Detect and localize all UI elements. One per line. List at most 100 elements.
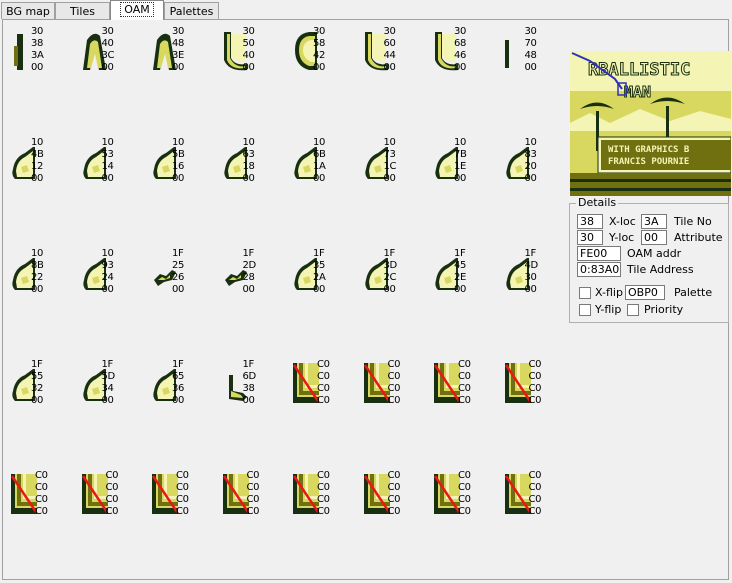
sprite-y-value: 30 — [242, 26, 255, 37]
tab-palettes[interactable]: Palettes — [164, 2, 219, 19]
sprite-entry[interactable]: 10 4B 12 00 — [9, 135, 77, 203]
sprite-y-value: 1F — [242, 359, 255, 370]
sprite-attr-value: 00 — [242, 284, 255, 295]
sprite-info: 10 93 24 00 — [102, 248, 114, 296]
sprite-entry[interactable]: 30 48 3E 00 — [150, 24, 218, 92]
x-flip-checkbox[interactable] — [579, 287, 591, 299]
sprite-entry[interactable]: C0 C0 C0 C0 — [291, 468, 359, 536]
sprite-entry[interactable]: 10 5B 16 00 — [150, 135, 218, 203]
sprite-attr-value: 00 — [524, 62, 537, 73]
sprite-x-value: 38 — [31, 38, 44, 49]
priority-checkbox[interactable] — [627, 304, 639, 316]
sprite-y-value: 1F — [31, 359, 43, 370]
sprite-attr-value: 00 — [524, 173, 537, 184]
sprite-info: 30 38 3A 00 — [31, 26, 44, 74]
sprite-attr-value: 00 — [242, 62, 255, 73]
sprite-x-value: C0 — [458, 371, 471, 382]
sprite-entry[interactable]: C0 C0 C0 C0 — [150, 468, 218, 536]
sprite-tile-value: 26 — [172, 272, 185, 283]
sprite-tile-value: C0 — [246, 494, 260, 505]
sprite-tile-value: 3C — [101, 50, 115, 61]
sprite-entry[interactable]: C0 C0 C0 C0 — [432, 357, 500, 425]
sprite-tile-value: C0 — [528, 494, 542, 505]
sprite-entry[interactable]: 10 53 14 00 — [80, 135, 148, 203]
tab-bg-map[interactable]: BG map — [1, 2, 55, 19]
sprite-entry[interactable]: C0 C0 C0 C0 — [291, 357, 359, 425]
tab-bg-map-label: BG map — [6, 5, 50, 18]
sprite-entry[interactable]: 1F 45 2E 00 — [432, 246, 500, 314]
sprite-y-value: C0 — [317, 359, 330, 370]
sprite-entry[interactable]: 1F 3D 2C 00 — [362, 246, 430, 314]
tab-tiles[interactable]: Tiles — [55, 2, 110, 19]
sprite-entry[interactable]: C0 C0 C0 C0 — [503, 468, 571, 536]
sprite-info: 10 5B 16 00 — [172, 137, 185, 185]
sprite-info: 1F 5D 34 00 — [101, 359, 116, 407]
sprite-entry[interactable]: 30 38 3A 00 — [9, 24, 77, 92]
x-loc-label: X-loc — [609, 215, 636, 228]
tile-address-field[interactable]: 0:83A0 — [577, 262, 621, 277]
sprite-x-value: 4D — [524, 260, 539, 271]
tile-no-field[interactable]: 3A — [641, 214, 667, 229]
sprite-entry[interactable]: 10 6B 1A 00 — [291, 135, 359, 203]
sprite-entry[interactable]: C0 C0 C0 C0 — [503, 357, 571, 425]
sprite-attr-value: C0 — [458, 506, 471, 517]
sprite-entry[interactable]: C0 C0 C0 C0 — [80, 468, 148, 536]
sprite-entry[interactable]: 30 58 42 00 — [291, 24, 359, 92]
sprite-attr-value: C0 — [176, 506, 189, 517]
sprite-tile-value: 12 — [31, 161, 44, 172]
sprite-entry[interactable]: 10 63 18 00 — [221, 135, 289, 203]
sprite-attr-value: C0 — [387, 395, 401, 406]
sprite-entry[interactable]: C0 C0 C0 C0 — [432, 468, 500, 536]
oam-addr-field[interactable]: FE00 — [577, 246, 621, 261]
sprite-entry[interactable]: 1F 65 36 00 — [150, 357, 218, 425]
sprite-info: 10 4B 12 00 — [31, 137, 44, 185]
sprite-entry[interactable]: 1F 6D 38 00 — [221, 357, 289, 425]
sprite-entry[interactable]: 30 70 48 00 — [503, 24, 571, 92]
sprite-attr-value: 00 — [172, 284, 185, 295]
sprite-attr-value: C0 — [458, 395, 471, 406]
sprite-entry[interactable]: C0 C0 C0 C0 — [362, 468, 430, 536]
sprite-entry[interactable]: 1F 35 2A 00 — [291, 246, 359, 314]
sprite-info: C0 C0 C0 C0 — [388, 470, 401, 518]
sprite-entry[interactable]: 30 50 40 00 — [221, 24, 289, 92]
sprite-entry[interactable]: 10 83 20 00 — [503, 135, 571, 203]
sprite-attr-value: 00 — [313, 62, 326, 73]
sprite-attr-value: 00 — [101, 395, 114, 406]
sprite-entry[interactable]: 10 7B 1E 00 — [432, 135, 500, 203]
sprite-y-value: 10 — [383, 137, 396, 148]
x-loc-field[interactable]: 38 — [577, 214, 603, 229]
sprite-tile-value: 2C — [383, 272, 397, 283]
sprite-entry[interactable]: 1F 5D 34 00 — [80, 357, 148, 425]
sprite-entry[interactable]: 1F 2D 28 00 — [221, 246, 289, 314]
sprite-entry[interactable]: 30 68 46 00 — [432, 24, 500, 92]
sprite-entry[interactable]: C0 C0 C0 C0 — [9, 468, 77, 536]
y-loc-field[interactable]: 30 — [577, 230, 603, 245]
sprite-tile-value: 28 — [242, 272, 255, 283]
tab-palettes-label: Palettes — [169, 5, 214, 18]
preview-title-line2: MAN — [624, 83, 651, 101]
sprite-entry[interactable]: 1F 4D 30 00 — [503, 246, 571, 314]
sprite-attr-value: 00 — [454, 62, 467, 73]
sprite-info: C0 C0 C0 C0 — [529, 470, 542, 518]
oam-addr-label: OAM addr — [627, 247, 682, 260]
sprite-entry[interactable]: 10 93 24 00 — [80, 246, 148, 314]
sprite-tile-value: C0 — [458, 494, 471, 505]
sprite-entry[interactable]: C0 C0 C0 C0 — [362, 357, 430, 425]
screen-preview[interactable]: RBALLISTIC MAN WITH GRAPHICS B FRANCIS P… — [570, 51, 732, 196]
attribute-field[interactable]: 00 — [641, 230, 667, 245]
sprite-entry[interactable]: 10 73 1C 00 — [362, 135, 430, 203]
palette-field[interactable]: OBP0 — [625, 285, 665, 300]
sprite-entry[interactable]: C0 C0 C0 C0 — [221, 468, 289, 536]
tab-oam[interactable]: OAM — [110, 0, 164, 20]
y-flip-checkbox[interactable] — [579, 304, 591, 316]
sprite-info: 30 58 42 00 — [313, 26, 325, 74]
sprite-entry[interactable]: 10 8B 22 00 — [9, 246, 77, 314]
sprite-entry[interactable]: 1F 55 32 00 — [9, 357, 77, 425]
sprite-entry[interactable]: 1F 25 26 00 — [150, 246, 218, 314]
sprite-tile-value: C0 — [528, 383, 542, 394]
sprite-tile-value: 1A — [313, 161, 326, 172]
sprite-entry[interactable]: 30 60 44 00 — [362, 24, 430, 92]
sprite-entry[interactable]: 30 40 3C 00 — [80, 24, 148, 92]
sprite-info: C0 C0 C0 C0 — [317, 359, 330, 407]
sprite-y-value: 1F — [242, 248, 255, 259]
